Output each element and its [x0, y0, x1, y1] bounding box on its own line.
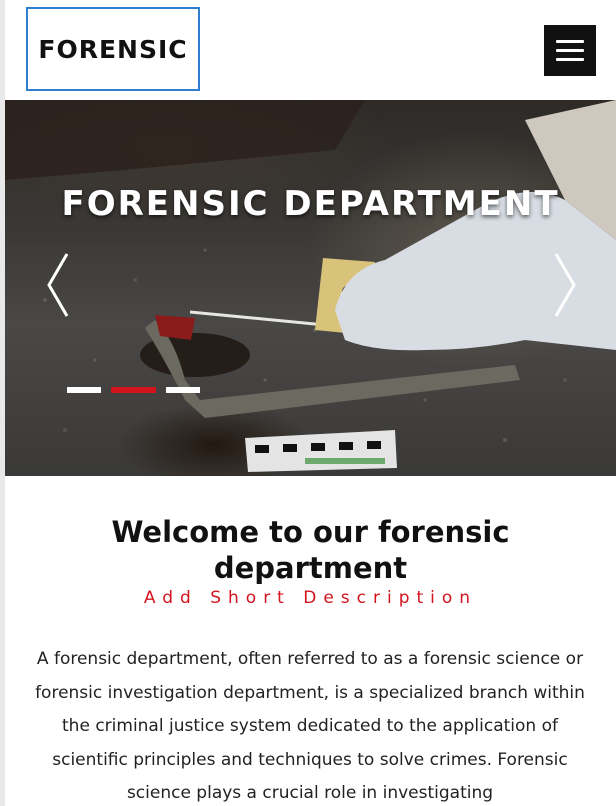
- logo-text: FORENSIC: [38, 34, 188, 64]
- hero-title: FORENSIC DEPARTMENT: [61, 184, 560, 224]
- welcome-heading-line-2: department: [213, 551, 408, 585]
- short-description: Add Short Description: [143, 588, 478, 608]
- hamburger-menu-icon-bar: [556, 49, 584, 52]
- carousel-indicator-1[interactable]: [67, 387, 101, 393]
- hamburger-menu-icon-bar: [556, 58, 584, 61]
- hamburger-menu-icon: [556, 40, 584, 43]
- hero-background-image: [5, 100, 616, 472]
- hero-carousel: FORENSIC DEPARTMENT: [5, 100, 616, 476]
- chevron-right-icon: [554, 253, 576, 317]
- carousel-indicator-3[interactable]: [166, 387, 200, 393]
- carousel-next-button[interactable]: [550, 250, 580, 320]
- intro-paragraph: A forensic department, often referred to…: [35, 649, 585, 803]
- carousel-indicator-2[interactable]: [111, 387, 156, 393]
- welcome-heading: Welcome to our forensic department: [5, 514, 616, 586]
- hamburger-menu-button[interactable]: [544, 25, 596, 76]
- site-logo[interactable]: FORENSIC: [26, 7, 200, 91]
- carousel-prev-button[interactable]: [43, 250, 73, 320]
- carousel-indicators: [67, 387, 200, 393]
- site-header: FORENSIC: [5, 0, 616, 100]
- chevron-left-icon: [47, 253, 69, 317]
- welcome-heading-line-1: Welcome to our forensic: [111, 515, 510, 549]
